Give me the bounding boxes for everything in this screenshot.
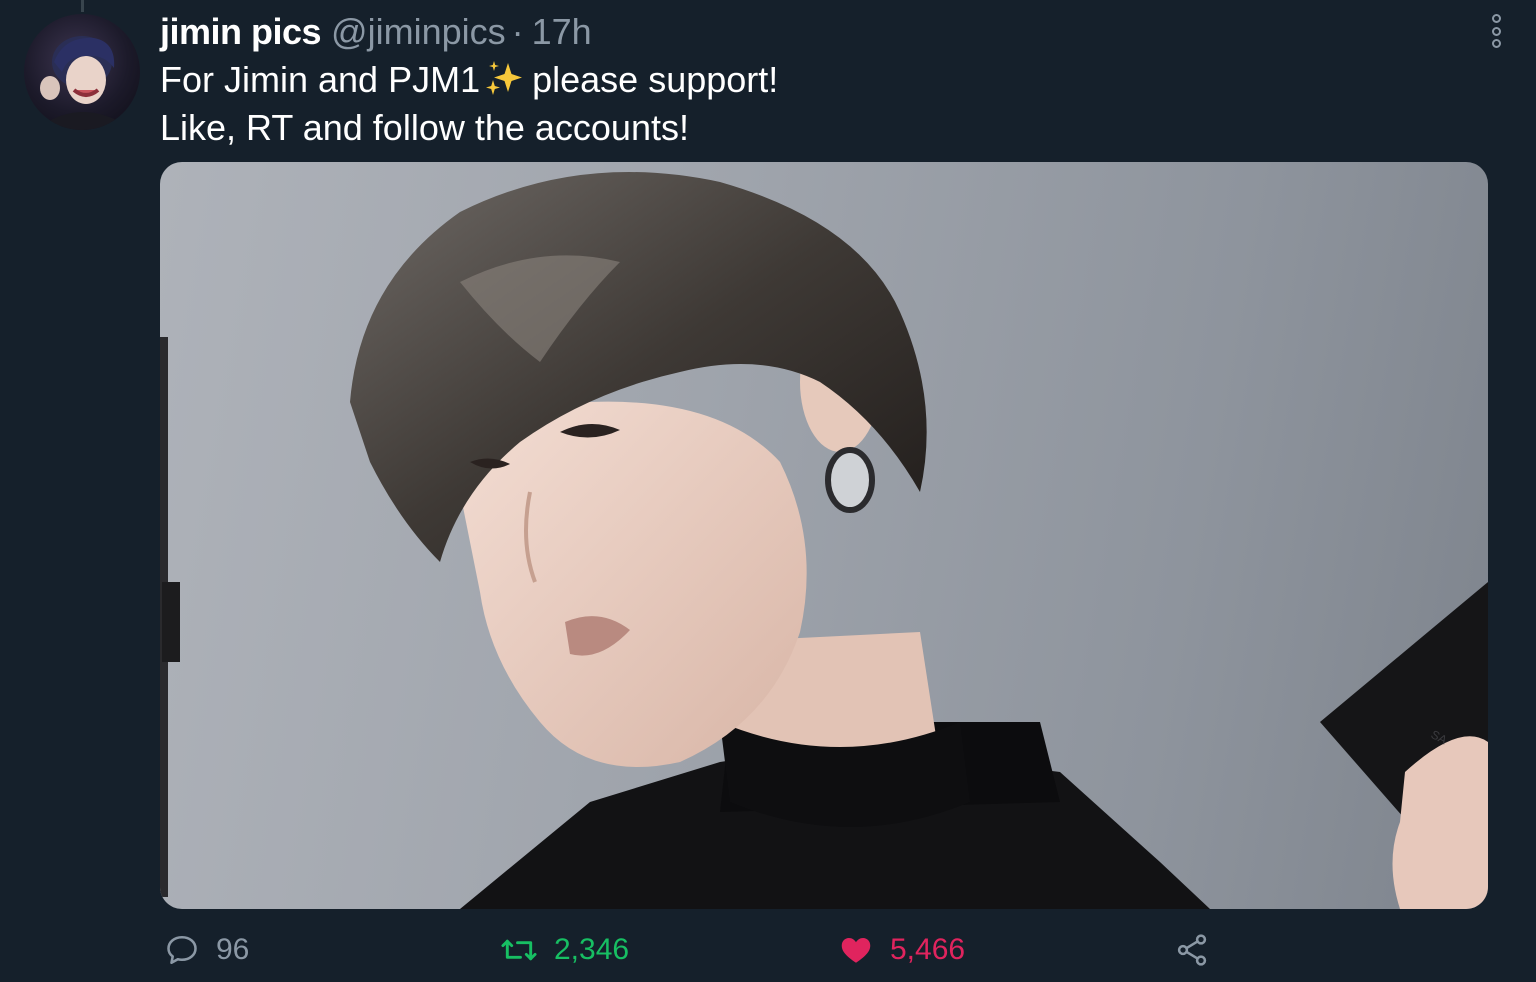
reply-button[interactable]: 96: [164, 922, 249, 978]
like-button[interactable]: 5,466: [838, 922, 965, 978]
more-dot: [1491, 39, 1501, 48]
tweet-text: For Jimin and PJM1 please support! Like,…: [160, 56, 1480, 152]
tweet-text-part: For Jimin and PJM1: [160, 59, 481, 100]
display-name[interactable]: jimin pics: [160, 10, 322, 54]
tweet-line-1: For Jimin and PJM1 please support!: [160, 56, 1480, 104]
handle[interactable]: @jiminpics: [331, 10, 506, 54]
avatar[interactable]: [24, 14, 140, 130]
retweet-button[interactable]: 2,346: [500, 922, 629, 978]
avatar-image: [40, 36, 124, 130]
share-button[interactable]: [1174, 922, 1210, 978]
more-dot: [1491, 14, 1501, 23]
more-icon[interactable]: [1486, 14, 1506, 48]
like-count: 5,466: [890, 933, 966, 966]
more-dot: [1491, 26, 1501, 36]
retweet-icon: [501, 939, 537, 961]
reply-count: 96: [216, 933, 250, 966]
sparkles-icon: [486, 61, 523, 95]
share-icon: [1177, 934, 1207, 966]
tweet-line-2: Like, RT and follow the accounts!: [160, 107, 689, 148]
tweet-header: jimin pics @jiminpics · 17h: [160, 10, 592, 54]
thread-line: [81, 0, 84, 12]
timestamp[interactable]: 17h: [532, 10, 592, 54]
separator: ·: [511, 11, 524, 52]
tweet[interactable]: jimin pics @jiminpics · 17h For Jimin an…: [0, 0, 1536, 982]
reply-icon: [167, 935, 197, 965]
retweet-count: 2,346: [554, 933, 630, 966]
tweet-actions: 96 2,346 5,466: [0, 922, 1536, 978]
tweet-text-part: please support!: [532, 59, 779, 100]
heart-icon: [841, 938, 871, 963]
tweet-media[interactable]: SA: [160, 162, 1488, 909]
media-photo: SA: [160, 172, 1488, 909]
